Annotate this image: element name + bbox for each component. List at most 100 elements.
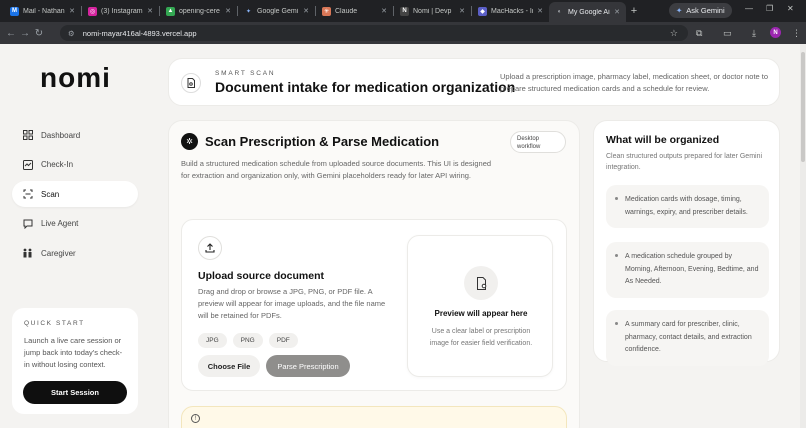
cast-icon[interactable]: ▭ <box>723 28 732 39</box>
tab-label: MacHacks - Ir <box>491 7 534 15</box>
notice-card: ! <box>181 406 567 428</box>
choose-file-button[interactable]: Choose File <box>198 355 260 377</box>
close-icon[interactable]: ✕ <box>537 7 543 15</box>
tab-gemini[interactable]: ✦ Google Gemi ✕ <box>238 2 315 20</box>
reload-icon[interactable]: ↻ <box>32 28 46 39</box>
upload-title: Upload source document <box>198 270 325 282</box>
google-icon: ◐ <box>557 9 562 15</box>
close-icon[interactable]: ✕ <box>147 7 153 15</box>
close-icon[interactable]: ✕ <box>459 7 465 15</box>
upload-dropzone[interactable]: Upload source document Drag and drop or … <box>181 219 567 391</box>
organized-title: What will be organized <box>606 134 720 146</box>
sidebar-item-label: Caregiver <box>41 248 76 258</box>
parse-prescription-button[interactable]: Parse Prescription <box>266 355 350 377</box>
instagram-icon: ◎ <box>88 6 97 16</box>
drive-icon: ▲ <box>166 6 175 16</box>
tab-label: My Google Ai <box>568 8 610 16</box>
mail-icon: M <box>10 6 19 16</box>
machacks-icon: ◆ <box>478 6 487 16</box>
file-type-chips: JPG PNG PDF <box>198 333 298 348</box>
page-scrollbar[interactable] <box>800 44 806 428</box>
browser-toolbar: ← → ↻ ⚙ nomi-mayar416al-4893.vercel.app … <box>0 22 806 44</box>
nomi-icon: N <box>400 6 409 16</box>
restore-icon[interactable]: ❐ <box>766 4 773 13</box>
document-scan-icon <box>181 73 201 93</box>
logo-text: nomi <box>40 62 111 93</box>
ask-gemini-label: Ask Gemini <box>686 6 725 15</box>
sidebar-item-label: Dashboard <box>41 130 81 140</box>
tab-label: opening-cere <box>179 7 220 15</box>
scan-description: Build a structured medication schedule f… <box>181 159 492 180</box>
tab-label: Claude <box>335 7 358 15</box>
minimize-icon[interactable]: — <box>745 4 753 13</box>
preview-title: Preview will appear here <box>434 309 528 318</box>
header-eyebrow: SMART SCAN <box>215 70 276 77</box>
sidebar-item-live-agent[interactable]: Live Agent <box>12 211 138 237</box>
gemini-icon: ✦ <box>245 8 252 15</box>
close-icon[interactable]: ✕ <box>614 8 620 16</box>
start-session-button[interactable]: Start Session <box>23 381 127 404</box>
menu-icon[interactable]: ⋮ <box>792 28 801 39</box>
tab-label: (3) Instagram <box>101 7 143 15</box>
close-icon[interactable]: ✕ <box>381 7 387 15</box>
upload-icon <box>198 236 222 260</box>
header-description: Upload a prescription image, pharmacy la… <box>500 72 769 93</box>
close-icon[interactable]: ✕ <box>303 7 309 15</box>
gemini-icon: ✦ <box>676 6 683 15</box>
check-in-icon <box>22 159 33 170</box>
close-window-icon[interactable]: ✕ <box>787 4 794 13</box>
sidebar-item-label: Check-In <box>41 160 74 169</box>
scrollbar-thumb[interactable] <box>801 52 805 162</box>
back-icon[interactable]: ← <box>4 28 18 39</box>
list-item: A medication schedule grouped by Morning… <box>606 242 769 298</box>
tab-label: Mail - Nathan <box>23 7 65 15</box>
tab-machacks[interactable]: ◆ MacHacks - Ir ✕ <box>472 2 549 20</box>
list-item: A summary card for prescriber, clinic, p… <box>606 310 769 366</box>
sidebar-item-caregiver[interactable]: Caregiver <box>12 240 138 266</box>
dashboard-icon <box>22 130 33 141</box>
forward-icon[interactable]: → <box>18 28 32 39</box>
info-icon: ! <box>191 414 200 423</box>
sidebar-item-label: Live Agent <box>41 219 79 228</box>
page-title: Document intake for medication organizat… <box>215 79 516 95</box>
sidebar-item-dashboard[interactable]: Dashboard <box>12 122 138 148</box>
live-agent-icon <box>22 218 33 229</box>
sidebar-item-scan[interactable]: Scan <box>12 181 138 207</box>
scan-title: Scan Prescription & Parse Medication <box>205 134 440 149</box>
chip-jpg: JPG <box>198 333 227 348</box>
file-preview-icon <box>464 266 498 300</box>
quick-start-card: QUICK START Launch a live care session o… <box>12 308 138 414</box>
sidebar-item-label: Scan <box>41 189 60 199</box>
new-tab-button[interactable]: + <box>626 5 642 17</box>
tab-nomi[interactable]: N Nomi | Devp ✕ <box>394 2 471 20</box>
tab-my-google-ai[interactable]: ◐ My Google Ai ✕ <box>549 2 626 22</box>
quick-start-eyebrow: QUICK START <box>24 320 85 327</box>
download-icon[interactable]: ⤓ <box>752 28 756 39</box>
close-icon[interactable]: ✕ <box>69 7 75 15</box>
avatar[interactable]: N <box>770 27 781 38</box>
nomi-logo[interactable]: nomi <box>40 62 111 94</box>
preview-description: Use a clear label or prescription image … <box>429 328 533 347</box>
tab-claude[interactable]: ✳ Claude ✕ <box>316 2 393 20</box>
site-info-icon[interactable]: ⚙ <box>68 29 75 38</box>
tab-mail[interactable]: M Mail - Nathan ✕ <box>4 2 81 20</box>
claude-icon: ✳ <box>322 6 331 16</box>
sidebar-item-check-in[interactable]: Check-In <box>12 152 138 178</box>
page: nomi Dashboard Check-In Scan Live Agent … <box>0 44 806 428</box>
sparkle-icon: ✲ <box>181 133 198 150</box>
tab-instagram[interactable]: ◎ (3) Instagram ✕ <box>82 2 159 20</box>
address-bar[interactable]: ⚙ nomi-mayar416al-4893.vercel.app ☆ <box>60 25 688 41</box>
url-text: nomi-mayar416al-4893.vercel.app <box>82 28 197 38</box>
bookmark-star-icon[interactable]: ☆ <box>670 28 678 39</box>
quick-start-text: Launch a live care session or jump back … <box>24 336 123 369</box>
preview-panel: Preview will appear here Use a clear lab… <box>407 235 553 377</box>
upload-description: Drag and drop or browse a JPG, PNG, or P… <box>198 287 386 320</box>
what-will-be-organized-card: What will be organized Clean structured … <box>593 120 780 366</box>
close-icon[interactable]: ✕ <box>225 7 231 15</box>
browser-tab-strip: M Mail - Nathan ✕ ◎ (3) Instagram ✕ ▲ op… <box>0 0 806 22</box>
tab-label: Google Gemi <box>257 7 299 15</box>
ask-gemini-button[interactable]: ✦ Ask Gemini <box>669 3 732 18</box>
tab-label: Nomi | Devp <box>413 7 452 15</box>
extensions-icon[interactable]: ⧉ <box>696 28 702 39</box>
tab-drive[interactable]: ▲ opening-cere ✕ <box>160 2 237 20</box>
